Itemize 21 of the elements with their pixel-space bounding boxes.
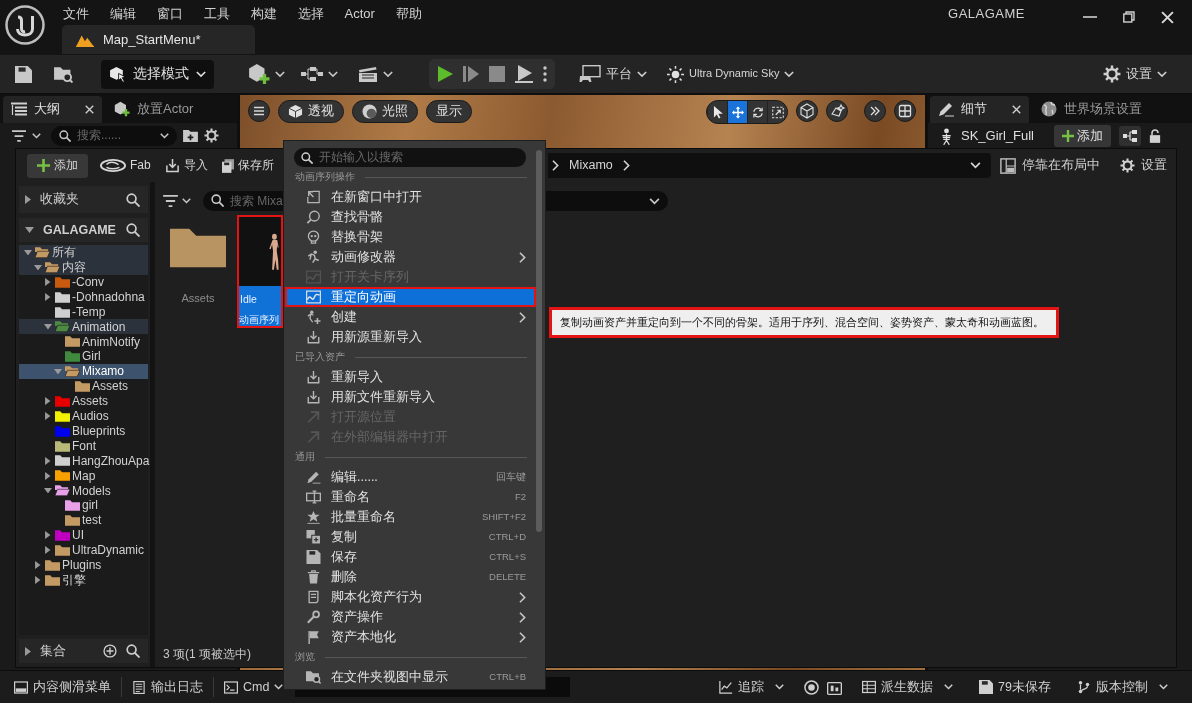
shortcut-text: 回车键 — [496, 471, 527, 483]
shortcut-text: SHIFT+F2 — [481, 511, 527, 523]
actor-name: SK_Girl_Full — [961, 128, 1034, 144]
shortcut-text: CTRL+D — [488, 531, 527, 543]
shortcut-text: CTRL+S — [489, 551, 527, 563]
section-header: 浏览 — [295, 651, 315, 663]
shortcut-text: DELETE — [489, 571, 527, 583]
section-header: 已导入资产 — [295, 351, 345, 363]
section-title: 收藏夹 — [40, 192, 80, 207]
section-header: 通用 — [295, 451, 315, 463]
tooltip: 复制动画资产并重定向到一个不同的骨架。适用于序列、混合空间、姿势资产、蒙太奇和动画蓝图。 — [549, 307, 1059, 338]
asset-type-label: 动画序列 — [239, 312, 280, 325]
section-title: 集合 — [40, 643, 67, 659]
section-title: GALAGAME — [43, 222, 117, 238]
item-count: 3 项(1 项被选中) — [163, 646, 251, 661]
asset-name: Assets — [181, 292, 215, 306]
shortcut-text: CTRL+B — [489, 671, 527, 683]
shortcut-text: F2 — [514, 491, 527, 503]
project-name: GALAGAME — [948, 5, 1025, 22]
asset-name: Idle — [239, 292, 258, 306]
section-header: 动画序列操作 — [295, 171, 355, 183]
